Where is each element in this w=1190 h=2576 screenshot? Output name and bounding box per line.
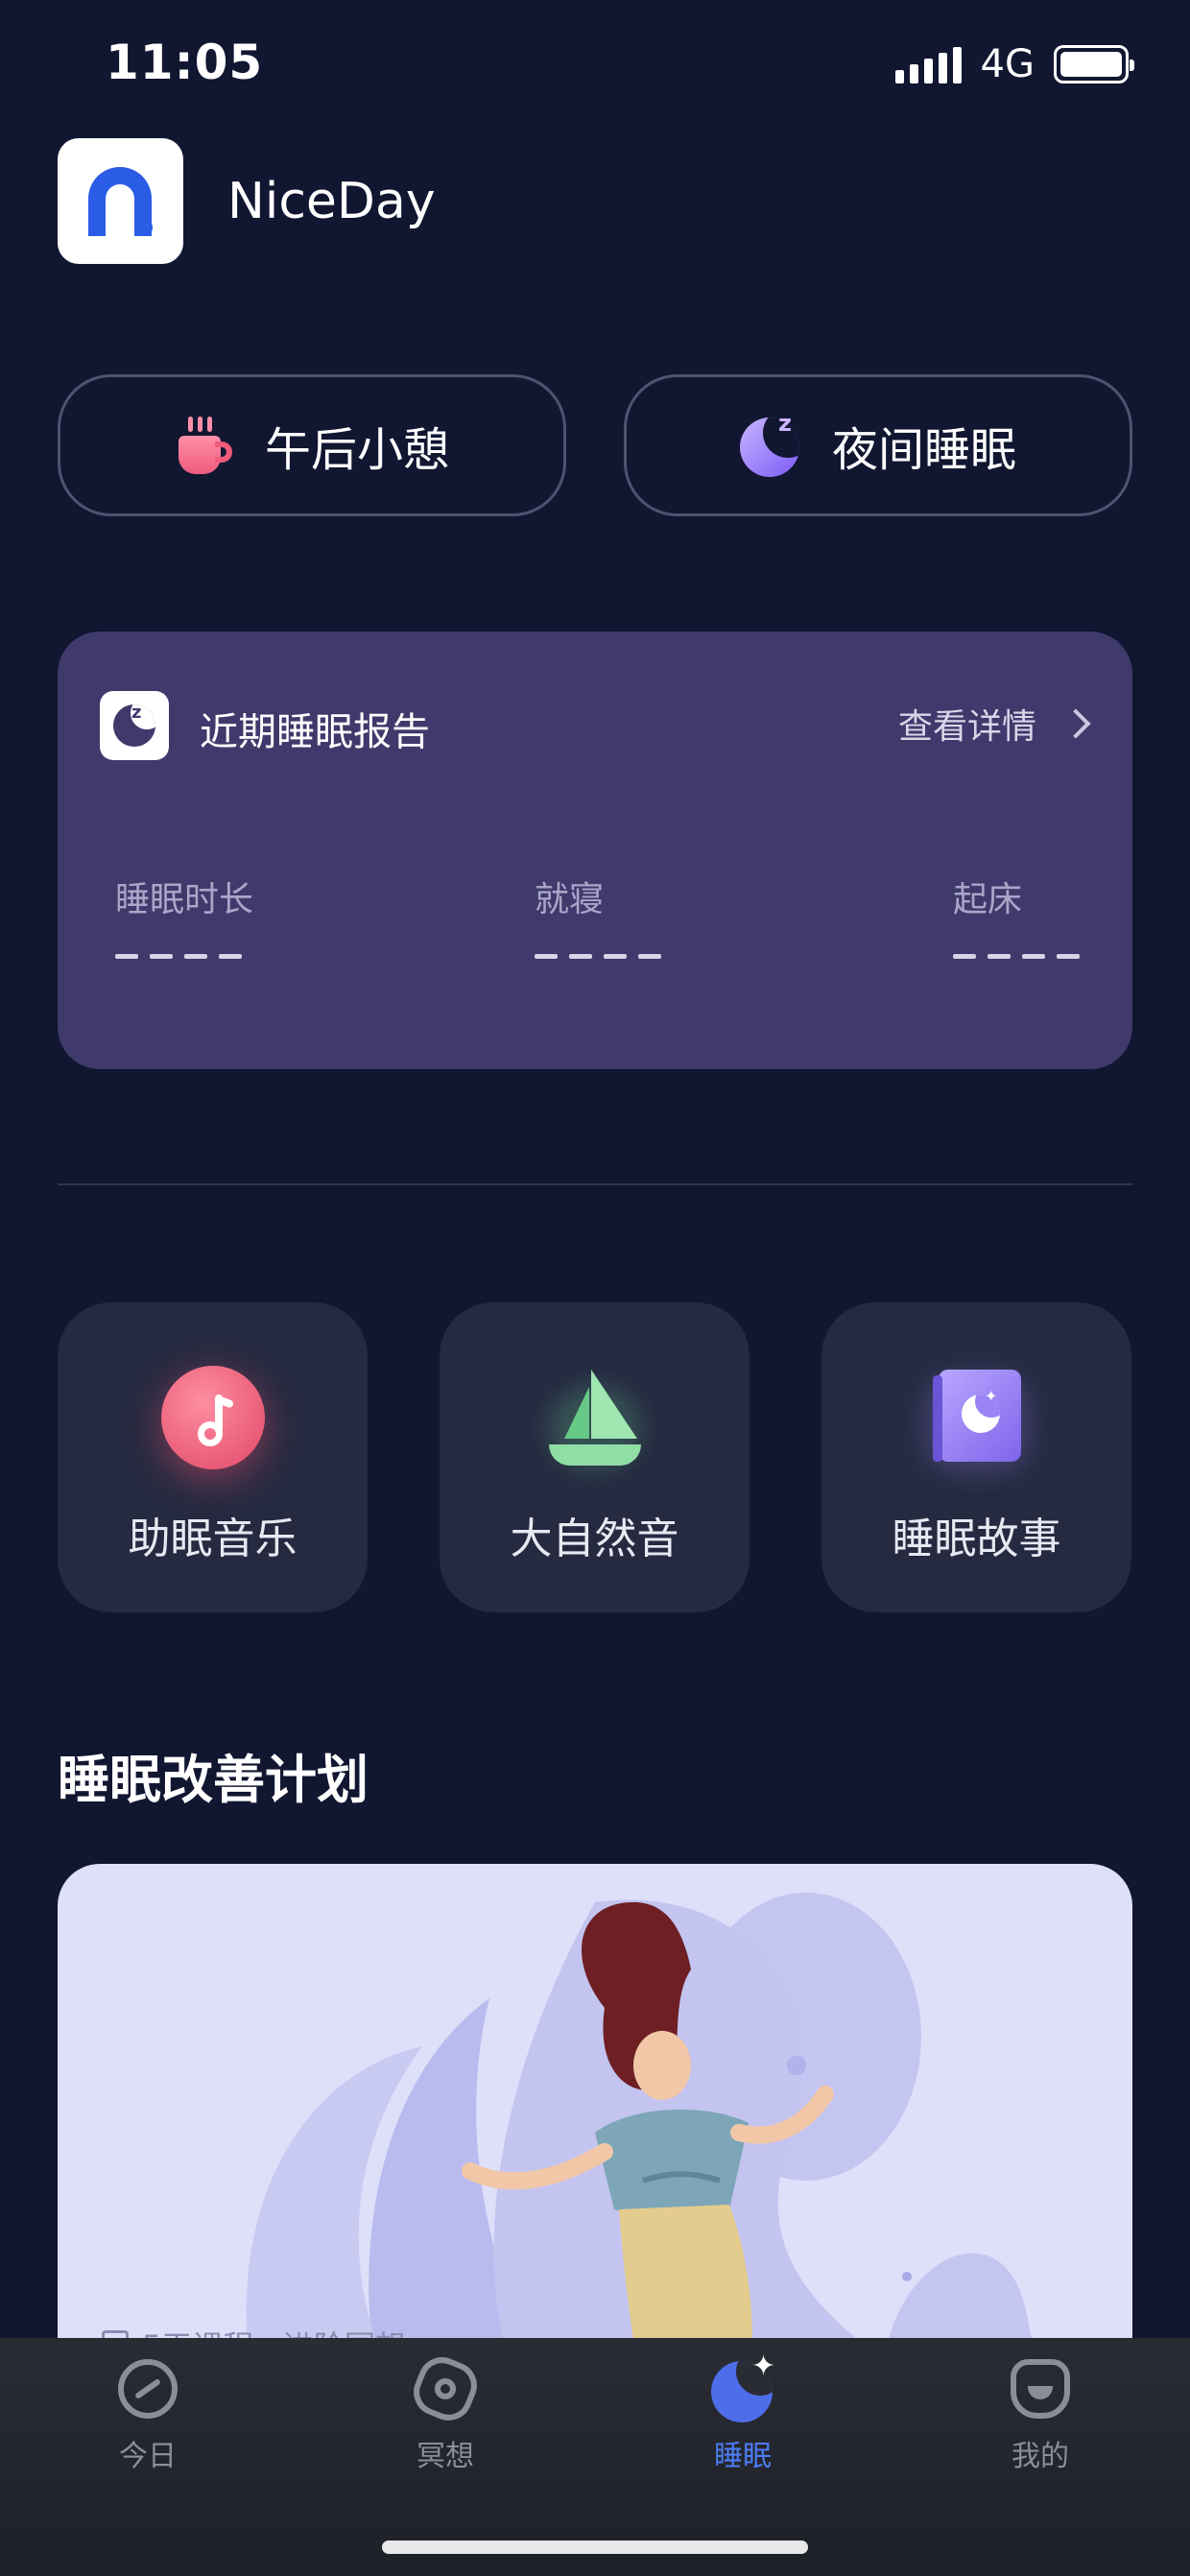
signal-icon xyxy=(894,45,962,83)
stat-label: 睡眠时长 xyxy=(115,880,254,919)
sleep-moon-icon: ✦ xyxy=(711,2349,775,2422)
tab-bar: 今日 冥想 ✦ 睡眠 我的 xyxy=(0,2338,1190,2576)
report-title: 近期睡眠报告 xyxy=(200,710,430,754)
night-sleep-label: 夜间睡眠 xyxy=(831,423,1016,477)
tab-label: 冥想 xyxy=(416,2440,474,2473)
plan-section-title: 睡眠改善计划 xyxy=(58,1750,369,1810)
tab-label: 我的 xyxy=(1012,2440,1069,2473)
home-indicator xyxy=(382,2540,808,2554)
app-header: NiceDay xyxy=(58,138,436,264)
view-details-label: 查看详情 xyxy=(897,707,1036,747)
stat-bedtime: 就寝 xyxy=(535,871,661,959)
battery-icon xyxy=(1054,45,1134,83)
status-time: 11:05 xyxy=(106,35,264,90)
status-indicators: 4G xyxy=(894,42,1134,86)
moon-icon: z xyxy=(739,410,803,477)
smile-icon xyxy=(1009,2357,1072,2421)
music-note-icon xyxy=(161,1366,265,1469)
stat-sleep-duration: 睡眠时长 xyxy=(115,871,253,959)
report-moon-icon: z xyxy=(100,691,169,760)
tile-label: 大自然音 xyxy=(510,1515,679,1563)
status-bar: 11:05 4G xyxy=(0,0,1190,125)
tab-sleep[interactable]: ✦ 睡眠 xyxy=(666,2349,820,2501)
storybook-icon: ✦ xyxy=(925,1366,1029,1471)
stat-wake-time: 起床 xyxy=(953,871,1080,959)
nap-mode-label: 午后小憩 xyxy=(264,423,449,477)
tab-label: 今日 xyxy=(119,2440,177,2473)
stat-label: 就寝 xyxy=(535,880,605,919)
sailboat-icon xyxy=(543,1366,647,1471)
stat-value-placeholder xyxy=(953,954,1080,959)
tab-label: 睡眠 xyxy=(714,2440,772,2473)
meditate-icon xyxy=(406,2349,485,2428)
stat-value-placeholder xyxy=(115,954,253,959)
night-sleep-button[interactable]: z 夜间睡眠 xyxy=(624,374,1132,516)
tab-mine[interactable]: 我的 xyxy=(964,2357,1117,2501)
sleep-music-tile[interactable]: 助眠音乐 xyxy=(58,1302,368,1612)
sleep-story-tile[interactable]: ✦ 睡眠故事 xyxy=(821,1302,1131,1612)
tab-meditate[interactable]: 冥想 xyxy=(369,2349,522,2501)
sleep-report-card: z 近期睡眠报告 查看详情 xyxy=(58,632,1132,1069)
nap-mode-button[interactable]: 午后小憩 xyxy=(58,374,566,516)
app-logo xyxy=(58,138,183,264)
nature-sounds-tile[interactable]: 大自然音 xyxy=(440,1302,750,1612)
view-details-link[interactable]: 查看详情 xyxy=(897,699,1091,749)
tab-today[interactable]: 今日 xyxy=(71,2357,225,2501)
trend-icon xyxy=(116,2357,179,2421)
chevron-right-icon xyxy=(1060,708,1091,739)
plan-illustration xyxy=(246,1893,1036,2401)
tile-label: 助眠音乐 xyxy=(128,1515,298,1563)
app-name: NiceDay xyxy=(227,172,436,230)
stat-value-placeholder xyxy=(535,954,661,959)
tile-label: 睡眠故事 xyxy=(892,1515,1061,1563)
section-divider xyxy=(58,1183,1132,1185)
stat-label: 起床 xyxy=(953,880,1023,919)
network-type: 4G xyxy=(980,42,1035,86)
cup-icon xyxy=(175,415,236,476)
plan-card[interactable]: 5天课程 · 进阶冥想 xyxy=(58,1864,1132,2401)
